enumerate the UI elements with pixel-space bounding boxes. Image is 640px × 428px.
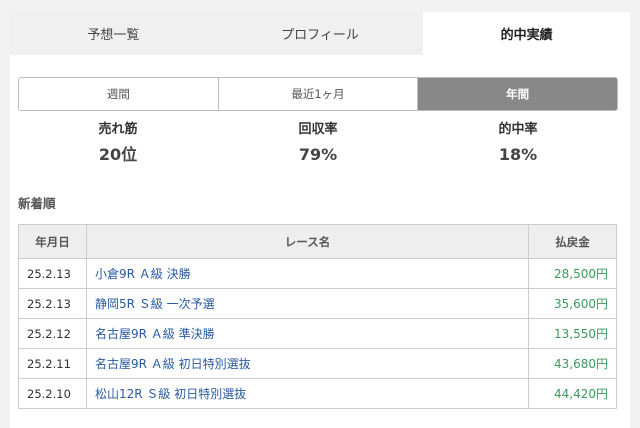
stat-value: 20位 [98,145,138,164]
period-weekly-button[interactable]: 週間 [19,78,219,110]
stat-hit-rate: 的中率 18% [418,120,618,166]
section-title: 新着順 [18,196,56,211]
column-header-payout: 払戻金 [528,224,617,259]
row-payout: 13,550円 [528,318,617,349]
stat-label: 売れ筋 [98,122,138,137]
period-yearly-button[interactable]: 年間 [418,78,617,110]
results-table: 年月日 レース名 払戻金 25.2.13 小倉9R Ａ級 決勝 28,500円 … [18,224,617,409]
table-row: 25.2.11 名古屋9R Ａ級 初日特別選抜 43,680円 [18,348,617,379]
row-payout: 35,600円 [528,288,617,319]
tab-predictions[interactable]: 予想一覧 [10,12,217,55]
table-row: 25.2.12 名古屋9R Ａ級 準決勝 13,550円 [18,318,617,349]
stat-value: 18% [498,145,538,164]
table-row: 25.2.13 小倉9R Ａ級 決勝 28,500円 [18,258,617,289]
row-date: 25.2.10 [18,378,87,409]
tab-profile[interactable]: プロフィール [216,12,424,55]
period-selector: 週間 最近1ヶ月 年間 [18,77,618,111]
stat-value: 79% [298,145,338,164]
race-link[interactable]: 名古屋9R Ａ級 初日特別選抜 [86,348,529,379]
stat-label: 的中率 [498,122,538,137]
row-date: 25.2.13 [18,288,87,319]
row-date: 25.2.11 [18,348,87,379]
race-link[interactable]: 松山12R Ｓ級 初日特別選抜 [86,378,529,409]
main-tabs: 予想一覧 プロフィール 的中実績 [10,12,631,55]
row-payout: 28,500円 [528,258,617,289]
table-header-row: 年月日 レース名 払戻金 [18,224,617,259]
race-link[interactable]: 小倉9R Ａ級 決勝 [86,258,529,289]
results-panel: 予想一覧 プロフィール 的中実績 週間 最近1ヶ月 年間 売れ筋 20位 回収率… [10,12,631,428]
row-payout: 44,420円 [528,378,617,409]
column-header-date: 年月日 [18,224,87,259]
race-link[interactable]: 名古屋9R Ａ級 準決勝 [86,318,529,349]
table-row: 25.2.10 松山12R Ｓ級 初日特別選抜 44,420円 [18,378,617,409]
race-link[interactable]: 静岡5R Ｓ級 一次予選 [86,288,529,319]
period-monthly-button[interactable]: 最近1ヶ月 [218,78,419,110]
stat-return-rate: 回収率 79% [218,120,418,166]
stats-summary: 売れ筋 20位 回収率 79% 的中率 18% [18,120,618,166]
stat-popularity: 売れ筋 20位 [18,120,218,166]
column-header-race: レース名 [86,224,529,259]
row-date: 25.2.13 [18,258,87,289]
row-date: 25.2.12 [18,318,87,349]
tab-hit-record[interactable]: 的中実績 [423,12,631,55]
stat-label: 回収率 [298,122,338,137]
row-payout: 43,680円 [528,348,617,379]
table-row: 25.2.13 静岡5R Ｓ級 一次予選 35,600円 [18,288,617,319]
